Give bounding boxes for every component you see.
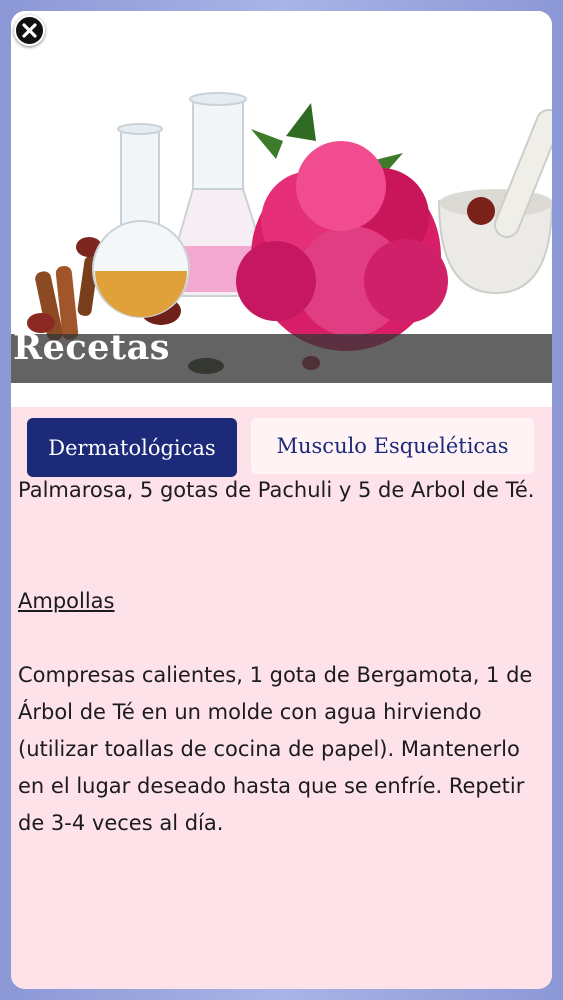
recipe-text: Palmarosa, 5 gotas de Pachuli y 5 de Arb… — [18, 472, 548, 842]
mortar-and-pestle — [437, 109, 552, 295]
tab-dermatologicas[interactable]: Dermatológicas — [27, 418, 237, 477]
page-title: Recetas — [13, 327, 170, 368]
hero-image: Recetas — [11, 11, 552, 383]
section-heading: Ampollas — [18, 589, 115, 613]
close-button[interactable] — [14, 15, 45, 46]
flask-round — [92, 123, 190, 318]
content-panel: Dermatológicas Musculo Esqueléticas Palm… — [11, 407, 552, 989]
recipe-card: Recetas Dermatológicas Musculo Esqueléti… — [11, 11, 552, 989]
tab-musculo-esqueleticas[interactable]: Musculo Esqueléticas — [251, 418, 534, 474]
recipe-intro: Palmarosa, 5 gotas de Pachuli y 5 de Arb… — [18, 478, 535, 502]
close-icon — [22, 23, 37, 38]
peony-flower — [236, 103, 448, 351]
section-body: Compresas calientes, 1 gota de Bergamota… — [18, 663, 533, 835]
